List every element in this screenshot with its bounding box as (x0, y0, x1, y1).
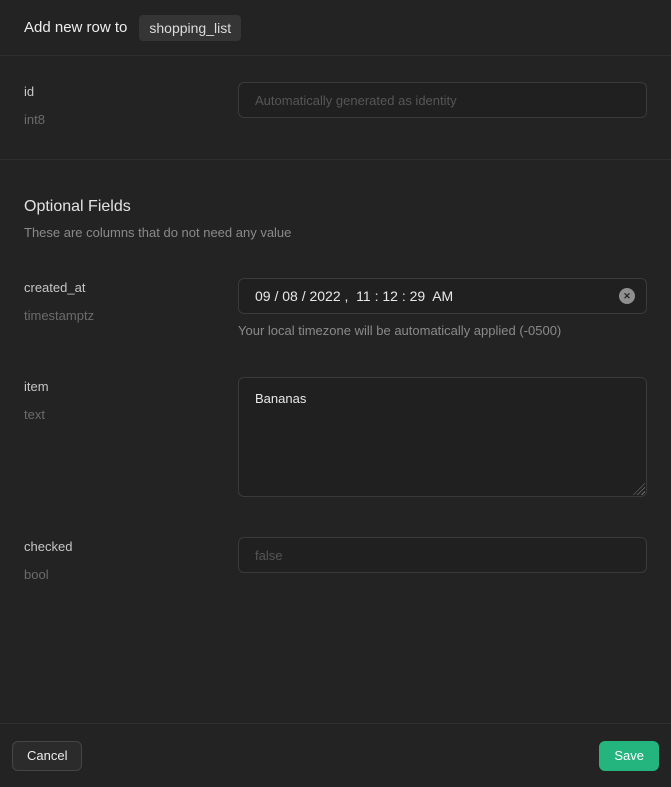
cancel-button[interactable]: Cancel (12, 741, 82, 771)
field-row-id: id int8 (24, 82, 647, 130)
id-input[interactable] (238, 82, 647, 118)
field-labels-created-at: created_at timestamptz (24, 278, 238, 326)
drawer-title: Add new row to (24, 19, 127, 36)
field-name-created-at: created_at (24, 278, 238, 298)
clear-icon[interactable]: ✕ (619, 288, 635, 304)
field-labels-id: id int8 (24, 82, 238, 130)
field-name-item: item (24, 377, 238, 397)
field-row-checked: checked bool (24, 537, 647, 585)
field-name-id: id (24, 82, 238, 102)
field-row-item: item text Bananas (24, 377, 647, 497)
field-type-created-at: timestamptz (24, 306, 238, 326)
field-row-created-at: created_at timestamptz 09 / 08 / 2022 , … (24, 278, 647, 339)
drawer-header: Add new row to shopping_list (0, 0, 671, 56)
created-at-datetime-input[interactable]: 09 / 08 / 2022 , 11 : 12 : 29 AM ✕ (238, 278, 647, 314)
optional-fields-section: Optional Fields These are columns that d… (0, 160, 671, 723)
field-type-checked: bool (24, 565, 238, 585)
checked-input[interactable] (238, 537, 647, 573)
table-name-badge: shopping_list (139, 15, 241, 41)
save-button[interactable]: Save (599, 741, 659, 771)
drawer-footer: Cancel Save (0, 723, 671, 787)
optional-fields-subheading: These are columns that do not need any v… (24, 224, 647, 241)
drawer-body: id int8 Optional Fields These are column… (0, 56, 671, 723)
item-textarea-wrap: Bananas (238, 377, 647, 497)
required-fields-section: id int8 (0, 56, 671, 160)
field-type-item: text (24, 405, 238, 425)
optional-fields-heading: Optional Fields (24, 196, 647, 218)
field-name-checked: checked (24, 537, 238, 557)
field-labels-item: item text (24, 377, 238, 425)
created-at-control: 09 / 08 / 2022 , 11 : 12 : 29 AM ✕ Your … (238, 278, 647, 339)
field-labels-checked: checked bool (24, 537, 238, 585)
item-textarea[interactable]: Bananas (238, 377, 647, 497)
timezone-helper-text: Your local timezone will be automaticall… (238, 322, 647, 339)
created-at-datetime-value: 09 / 08 / 2022 , 11 : 12 : 29 AM (255, 288, 453, 304)
field-type-id: int8 (24, 110, 238, 130)
